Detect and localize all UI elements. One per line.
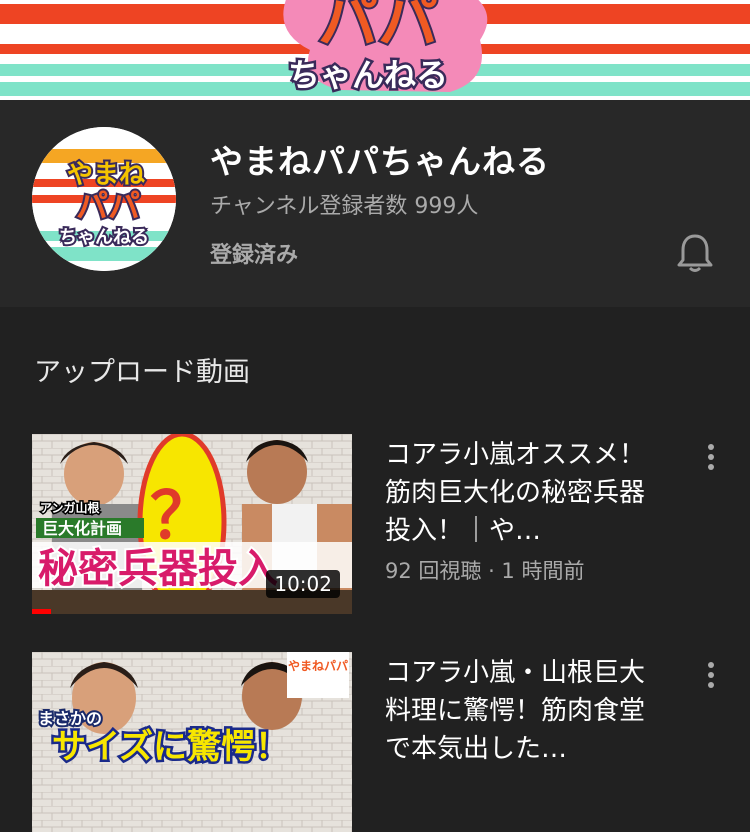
watch-progress-bar xyxy=(32,609,52,614)
subscribed-button[interactable]: 登録済み xyxy=(210,237,298,269)
video-item: ？ アンガ山根 巨大化計画 秘密兵器投入 10:02 コアラ小嵐オススメ！筋肉巨… xyxy=(0,434,750,614)
channel-name: やまねパパちゃんねる xyxy=(210,142,550,181)
video-item: やまねパパ まさかの サイズに驚愕！ コアラ小嵐・山根巨大料理に驚愕！筋肉食堂で… xyxy=(0,652,750,832)
video-meta: 92 回視聴 · 1 時間前 xyxy=(385,559,585,583)
thumb-small-label: まさかの xyxy=(38,709,102,728)
video-thumbnail[interactable]: やまねパパ まさかの サイズに驚愕！ xyxy=(32,652,352,832)
video-duration: 10:02 xyxy=(266,570,340,598)
avatar-text-bottom: ちゃんねる xyxy=(59,227,149,248)
more-vert-icon[interactable] xyxy=(700,440,722,476)
thumb-channel-logo: やまねパパ xyxy=(288,659,348,673)
channel-header: やまね パパ ちゃんねる やまねパパちゃんねる チャンネル登録者数 999人 登… xyxy=(0,100,750,307)
thumb-small-label: アンガ山根 xyxy=(40,500,100,515)
banner-logo: パパ ちゃんねる xyxy=(283,0,488,97)
bell-icon[interactable] xyxy=(676,233,714,273)
more-vert-icon[interactable] xyxy=(700,658,722,694)
thumb-headline: 秘密兵器投入 xyxy=(38,546,278,592)
thumb-band-label: 巨大化計画 xyxy=(42,519,122,538)
banner-logo-sub: ちゃんねる xyxy=(288,56,448,94)
banner-logo-main: パパ xyxy=(318,0,438,57)
channel-banner: パパ ちゃんねる xyxy=(0,0,750,100)
video-title[interactable]: コアラ小嵐オススメ！筋肉巨大化の秘密兵器投入！｜や… xyxy=(385,436,665,550)
video-thumbnail[interactable]: ？ アンガ山根 巨大化計画 秘密兵器投入 10:02 xyxy=(32,434,352,614)
video-title[interactable]: コアラ小嵐・山根巨大料理に驚愕！筋肉食堂で本気出した… xyxy=(385,654,665,768)
avatar-text-top: やまね xyxy=(67,160,145,190)
avatar-text-mid: パパ xyxy=(76,187,140,225)
subscriber-count: チャンネル登録者数 999人 xyxy=(210,194,479,219)
thumb-headline: サイズに驚愕！ xyxy=(52,727,289,767)
channel-avatar[interactable]: やまね パパ ちゃんねる xyxy=(32,127,176,271)
uploads-section-title: アップロード動画 xyxy=(34,357,250,388)
